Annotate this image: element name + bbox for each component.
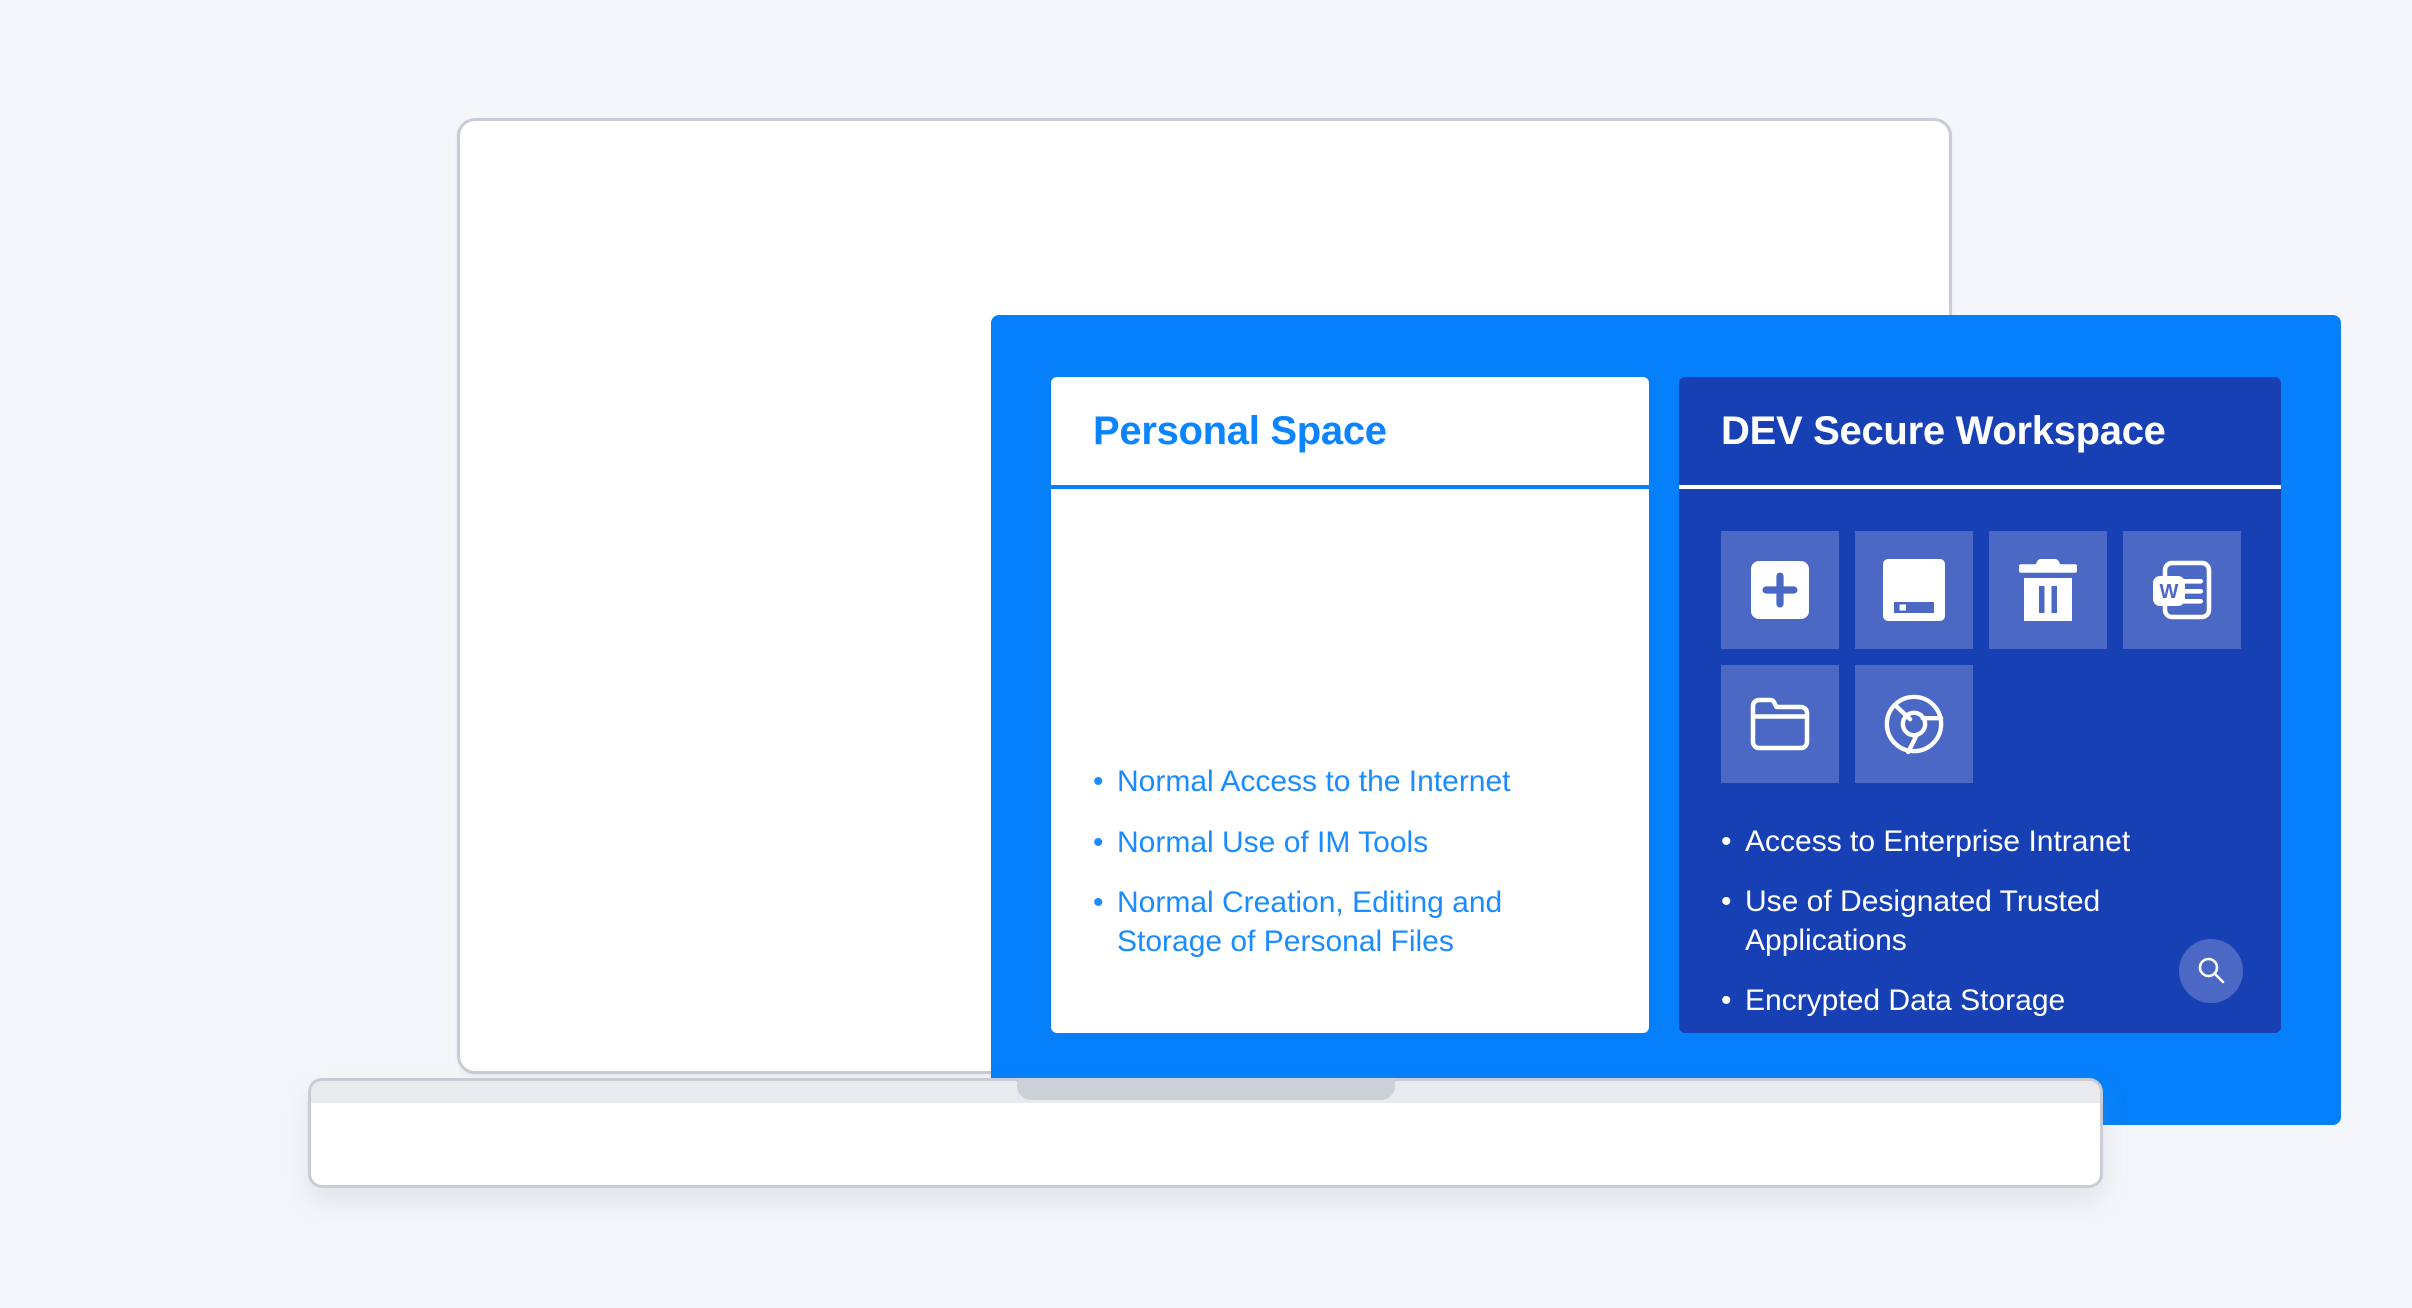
- search-button[interactable]: [2179, 939, 2243, 1003]
- laptop-hinge-notch: [1017, 1078, 1395, 1100]
- app-tile-delete[interactable]: [1989, 531, 2107, 649]
- list-item: • Access to Enterprise Intranet: [1721, 823, 2239, 861]
- app-tile-file-manager[interactable]: [1721, 665, 1839, 783]
- personal-space-card: Personal Space • Normal Access to the In…: [1051, 377, 1649, 1033]
- list-item-label: Encrypted Data Storage: [1745, 984, 2066, 1018]
- secure-workspace-card: DEV Secure Workspace W • Access to Enter…: [1679, 377, 2281, 1033]
- app-tile-chrome-browser[interactable]: [1855, 665, 1973, 783]
- app-panel: Personal Space • Normal Access to the In…: [991, 315, 2341, 1125]
- trash-icon: [2019, 559, 2077, 621]
- list-item-label: Normal Use of IM Tools: [1117, 825, 1429, 859]
- list-item: • Encrypted Data Storage: [1721, 982, 2239, 1020]
- secure-workspace-header: DEV Secure Workspace: [1679, 377, 2281, 489]
- search-icon: [2196, 955, 2226, 988]
- bullet-marker-icon: •: [1721, 885, 1732, 919]
- word-glyph: W: [2160, 581, 2179, 603]
- secure-workspace-feature-list: • Access to Enterprise Intranet • Use of…: [1721, 823, 2239, 1021]
- bullet-marker-icon: •: [1093, 765, 1104, 799]
- list-item-label: Access to Enterprise Intranet: [1745, 825, 2131, 858]
- secure-workspace-title: DEV Secure Workspace: [1721, 408, 2166, 453]
- bullet-marker-icon: •: [1093, 825, 1104, 859]
- list-item-label: Use of Designated Trusted Applications: [1745, 885, 2101, 957]
- chrome-icon: [1883, 693, 1945, 755]
- word-document-icon: W: [2151, 559, 2213, 621]
- folder-icon: [1749, 696, 1811, 752]
- laptop-screen: Personal Space • Normal Access to the In…: [457, 118, 2341, 1125]
- list-item: • Normal Use of IM Tools: [1093, 824, 1607, 862]
- bullet-marker-icon: •: [1721, 984, 1732, 1018]
- secure-workspace-body: W • Access to Enterprise Intranet • Use …: [1679, 489, 2281, 1033]
- secure-app-grid: W: [1721, 531, 2241, 783]
- list-item: • Normal Access to the Internet: [1093, 763, 1607, 801]
- personal-space-feature-list: • Normal Access to the Internet • Normal…: [1093, 763, 1607, 961]
- list-item: • Normal Creation, Editing and Storage o…: [1093, 884, 1607, 961]
- list-item-label: Normal Creation, Editing and Storage of …: [1117, 886, 1503, 958]
- personal-space-title: Personal Space: [1093, 408, 1387, 453]
- floppy-disk-icon: [1883, 559, 1945, 621]
- app-tile-save-disk[interactable]: [1855, 531, 1973, 649]
- plus-square-icon: [1751, 561, 1809, 619]
- bullet-marker-icon: •: [1093, 886, 1104, 920]
- list-item: • Use of Designated Trusted Applications: [1721, 883, 2239, 960]
- list-item-label: Normal Access to the Internet: [1117, 765, 1511, 799]
- bullet-marker-icon: •: [1721, 825, 1732, 858]
- app-tile-add-new[interactable]: [1721, 531, 1839, 649]
- app-tile-word-document[interactable]: W: [2123, 531, 2241, 649]
- personal-space-header: Personal Space: [1051, 377, 1649, 489]
- personal-space-body: • Normal Access to the Internet • Normal…: [1051, 489, 1649, 1033]
- illustration-stage: Personal Space • Normal Access to the In…: [0, 0, 2412, 1308]
